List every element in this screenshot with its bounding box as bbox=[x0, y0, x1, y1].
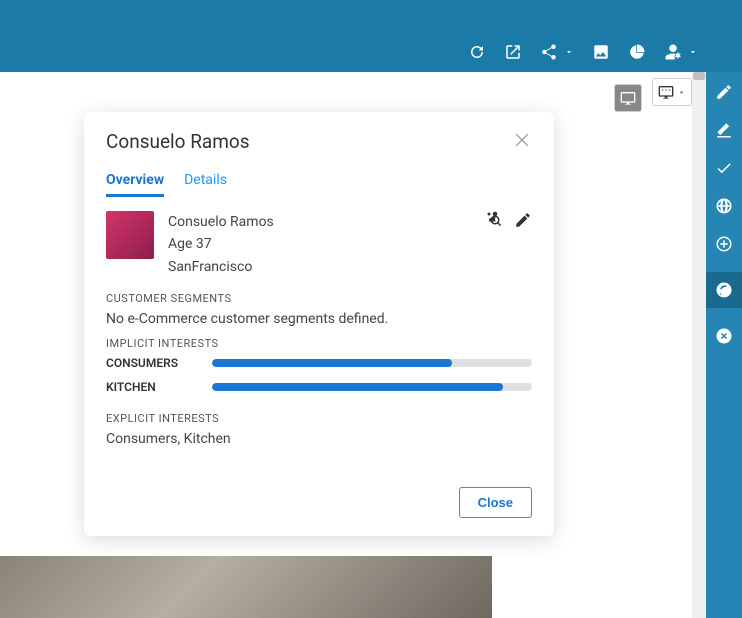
tab-overview[interactable]: Overview bbox=[106, 166, 164, 197]
interest-bar bbox=[212, 359, 532, 367]
view-dropdown[interactable] bbox=[652, 78, 692, 106]
avatar bbox=[106, 211, 154, 259]
pie-chart-icon[interactable] bbox=[628, 43, 646, 61]
image-icon[interactable] bbox=[592, 43, 610, 61]
interest-bar bbox=[212, 383, 532, 391]
close-icon[interactable] bbox=[512, 130, 532, 154]
view-mode-toggle bbox=[614, 84, 642, 112]
external-link-icon[interactable] bbox=[504, 43, 522, 61]
globe-icon[interactable] bbox=[714, 196, 734, 216]
close-button[interactable]: Close bbox=[459, 487, 532, 518]
view-icon[interactable] bbox=[486, 211, 504, 233]
eraser-icon[interactable] bbox=[714, 120, 734, 140]
profile-age: Age 37 bbox=[168, 233, 472, 255]
user-modal: Consuelo Ramos Overview Details Consuelo… bbox=[84, 112, 554, 536]
explicit-label: EXPLICIT INTERESTS bbox=[106, 412, 532, 425]
edit-icon[interactable] bbox=[514, 211, 532, 233]
check-icon[interactable] bbox=[714, 158, 734, 178]
interest-label: CONSUMERS bbox=[106, 356, 212, 370]
explicit-text: Consumers, Kitchen bbox=[106, 431, 532, 447]
user-settings-icon[interactable] bbox=[664, 43, 698, 61]
header-strip bbox=[0, 0, 742, 32]
globe-plus-icon[interactable] bbox=[714, 234, 734, 254]
background-image bbox=[0, 556, 492, 618]
interest-row: CONSUMERS bbox=[106, 356, 532, 370]
scrollbar-thumb[interactable] bbox=[693, 72, 705, 80]
segments-label: CUSTOMER SEGMENTS bbox=[106, 292, 532, 305]
implicit-label: IMPLICIT INTERESTS bbox=[106, 337, 532, 350]
segments-text: No e-Commerce customer segments defined. bbox=[106, 311, 532, 327]
refresh-icon[interactable] bbox=[468, 43, 486, 61]
modal-tabs: Overview Details bbox=[106, 166, 532, 197]
desktop-view-button[interactable] bbox=[615, 85, 641, 111]
tab-details[interactable]: Details bbox=[184, 166, 227, 197]
modal-title: Consuelo Ramos bbox=[106, 130, 250, 153]
globe-sync-icon[interactable] bbox=[706, 272, 742, 308]
profile-info: Consuelo Ramos Age 37 SanFrancisco bbox=[168, 211, 472, 278]
interest-label: KITCHEN bbox=[106, 380, 212, 394]
globe-x-icon[interactable] bbox=[714, 326, 734, 346]
profile-name: Consuelo Ramos bbox=[168, 211, 472, 233]
profile-location: SanFrancisco bbox=[168, 256, 472, 278]
share-icon[interactable] bbox=[540, 43, 574, 61]
pencil-icon[interactable] bbox=[714, 82, 734, 102]
interest-row: KITCHEN bbox=[106, 380, 532, 394]
scrollbar-track[interactable] bbox=[692, 72, 706, 618]
right-sidebar bbox=[706, 72, 742, 618]
toolbar bbox=[0, 32, 742, 72]
